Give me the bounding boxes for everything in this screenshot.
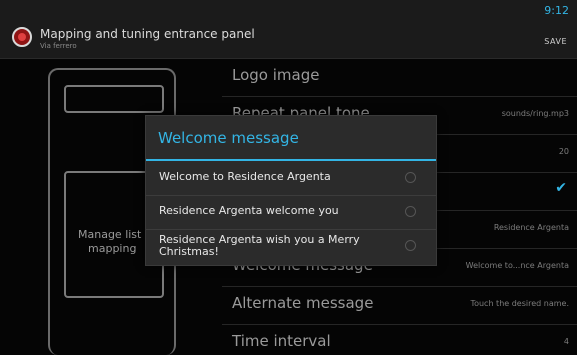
action-bar: 9:12 Mapping and tuning entrance panel V… — [0, 0, 577, 59]
dialog-divider — [146, 159, 436, 161]
setting-alternate-message[interactable]: Alternate message Touch the desired name… — [222, 286, 577, 325]
dialog-option-3[interactable]: Residence Argenta wish you a Merry Chris… — [146, 230, 436, 263]
setting-logo-image[interactable]: Logo image — [222, 58, 577, 97]
checkmark-icon[interactable]: ✔ — [555, 180, 567, 196]
save-button[interactable]: SAVE — [544, 37, 567, 46]
radio-button[interactable] — [405, 206, 416, 217]
app-logo-icon[interactable] — [12, 27, 32, 47]
dialog-title: Welcome message — [158, 129, 299, 147]
logo-slot[interactable] — [64, 85, 164, 113]
setting-time-interval[interactable]: Time interval 4 — [222, 324, 577, 355]
radio-button[interactable] — [405, 172, 416, 183]
dialog-option-2[interactable]: Residence Argenta welcome you — [146, 196, 436, 230]
dialog-option-1[interactable]: Welcome to Residence Argenta — [146, 162, 436, 196]
app-subtitle: Via ferrero — [40, 42, 77, 50]
status-clock: 9:12 — [544, 4, 569, 17]
welcome-message-dialog: Welcome message Welcome to Residence Arg… — [145, 115, 437, 266]
app-title: Mapping and tuning entrance panel — [40, 27, 255, 41]
radio-button[interactable] — [405, 240, 416, 251]
